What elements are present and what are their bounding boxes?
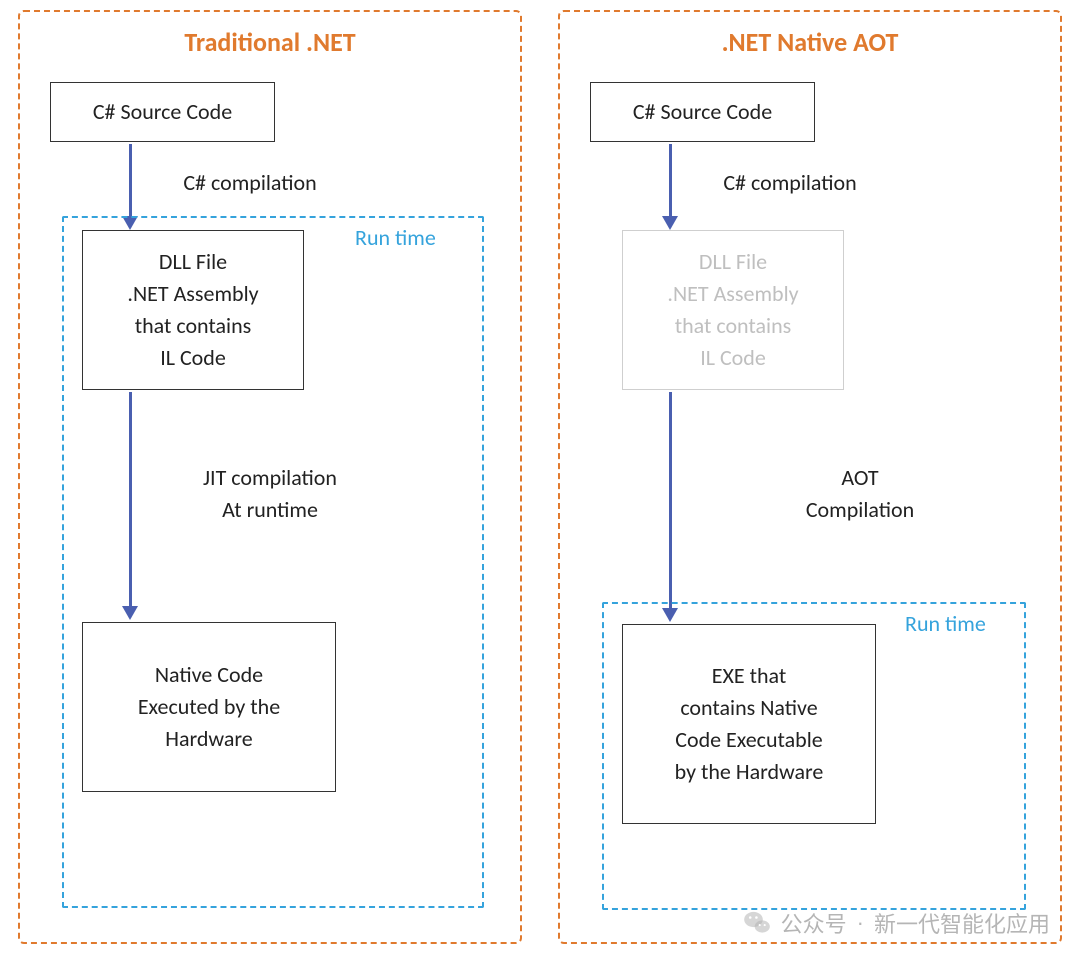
panel-traditional: Traditional .NET C# Source Code C# compi… [18, 10, 522, 944]
label-jit-left: JIT compilation At runtime [160, 462, 380, 526]
box-source-left: C# Source Code [50, 82, 275, 142]
box-native-left: Native Code Executed by the Hardware [82, 622, 336, 792]
title-aot: .NET Native AOT [560, 26, 1060, 58]
label-aot-right: AOT Compilation [760, 462, 960, 526]
box-dll-right-faded: DLL File .NET Assembly that contains IL … [622, 230, 844, 390]
wechat-icon [743, 909, 771, 937]
title-traditional: Traditional .NET [20, 26, 520, 58]
panel-aot: .NET Native AOT C# Source Code C# compil… [558, 10, 1062, 944]
watermark-prefix: 公众号 [781, 907, 847, 939]
box-exe-right: EXE that contains Native Code Executable… [622, 624, 876, 824]
watermark-text: 新一代智能化应用 [874, 907, 1050, 939]
box-dll-left: DLL File .NET Assembly that contains IL … [82, 230, 304, 390]
label-csharp-compile-left: C# compilation [150, 167, 350, 199]
runtime-label-right: Run time [905, 610, 986, 637]
box-source-right: C# Source Code [590, 82, 815, 142]
runtime-label-left: Run time [355, 224, 436, 251]
watermark: 公众号 · 新一代智能化应用 [743, 907, 1050, 939]
watermark-dot: · [857, 910, 864, 936]
label-csharp-compile-right: C# compilation [690, 167, 890, 199]
